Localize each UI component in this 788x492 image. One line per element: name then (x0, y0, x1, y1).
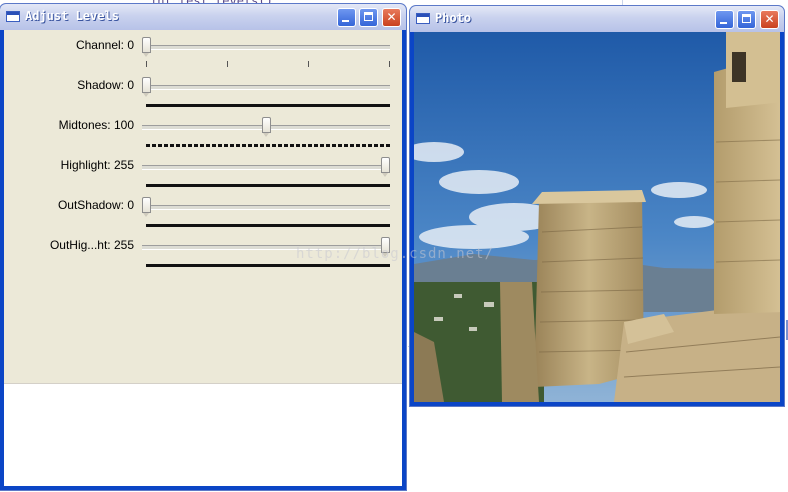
maximize-button[interactable] (359, 8, 378, 27)
empty-white-area (4, 383, 402, 486)
photo-window: Photo ✕ (410, 6, 784, 406)
adjust-levels-title: Adjust Levels (25, 9, 119, 23)
photo-title: Photo (435, 11, 472, 25)
window-app-icon (6, 11, 20, 22)
trackbar-row: Channel: 0 (4, 33, 396, 73)
trackbar-label: OutShadow: 0 (57, 198, 134, 212)
trackbar-label: OutHig...ht: 255 (49, 238, 134, 252)
close-icon: ✕ (386, 10, 397, 24)
minimize-button[interactable] (715, 10, 734, 29)
tick-mark (227, 61, 228, 67)
trackbar-label: Midtones: 100 (58, 118, 134, 132)
slider-thumb[interactable] (142, 77, 151, 97)
adjust-levels-window: Adjust Levels ✕ Channel: 0 Shadow: 0 Midto… (0, 4, 406, 490)
tick-mark (146, 61, 147, 67)
tick-marks (146, 144, 390, 147)
maximize-icon (364, 12, 373, 21)
photo-client (414, 32, 780, 402)
slider-thumb[interactable] (142, 197, 151, 217)
trackbar-label: Shadow: 0 (77, 78, 134, 92)
adjust-levels-client: Channel: 0 Shadow: 0 Midtones: 100 Highligh… (4, 30, 402, 486)
maximize-icon (742, 14, 751, 23)
tick-mark (308, 61, 309, 67)
trackbar-slider[interactable] (142, 205, 390, 210)
slider-thumb[interactable] (142, 37, 151, 57)
maximize-button[interactable] (737, 10, 756, 29)
minimize-icon (720, 22, 727, 24)
tick-marks (146, 264, 390, 267)
trackbar-row: Highlight: 255 (4, 153, 396, 193)
trackbar-slider[interactable] (142, 245, 390, 250)
trackbar-row: OutShadow: 0 (4, 193, 396, 233)
trackbar-slider[interactable] (142, 85, 390, 90)
close-button[interactable]: ✕ (382, 8, 401, 27)
slider-thumb[interactable] (381, 237, 390, 257)
trackbar-label: Channel: 0 (75, 38, 134, 52)
minimize-button[interactable] (337, 8, 356, 27)
close-button[interactable]: ✕ (760, 10, 779, 29)
window-app-icon (416, 13, 430, 24)
tick-marks (146, 104, 390, 107)
tick-mark (389, 61, 390, 67)
tick-marks (146, 61, 390, 67)
tick-marks (146, 184, 390, 187)
trackbar-slider[interactable] (142, 45, 390, 50)
acropolis-photo (414, 32, 780, 402)
minimize-icon (342, 20, 349, 22)
trackbar-row: Midtones: 100 (4, 113, 396, 153)
trackbar-slider[interactable] (142, 165, 390, 170)
trackbar-row: OutHig...ht: 255 (4, 233, 396, 273)
close-icon: ✕ (764, 12, 775, 26)
slider-thumb[interactable] (262, 117, 271, 137)
photo-titlebar[interactable]: Photo ✕ (410, 6, 784, 32)
tick-marks (146, 224, 390, 227)
adjust-levels-titlebar[interactable]: Adjust Levels ✕ (0, 4, 406, 30)
trackbar-row: Shadow: 0 (4, 73, 396, 113)
trackbar-label: Highlight: 255 (60, 158, 134, 172)
slider-thumb[interactable] (381, 157, 390, 177)
